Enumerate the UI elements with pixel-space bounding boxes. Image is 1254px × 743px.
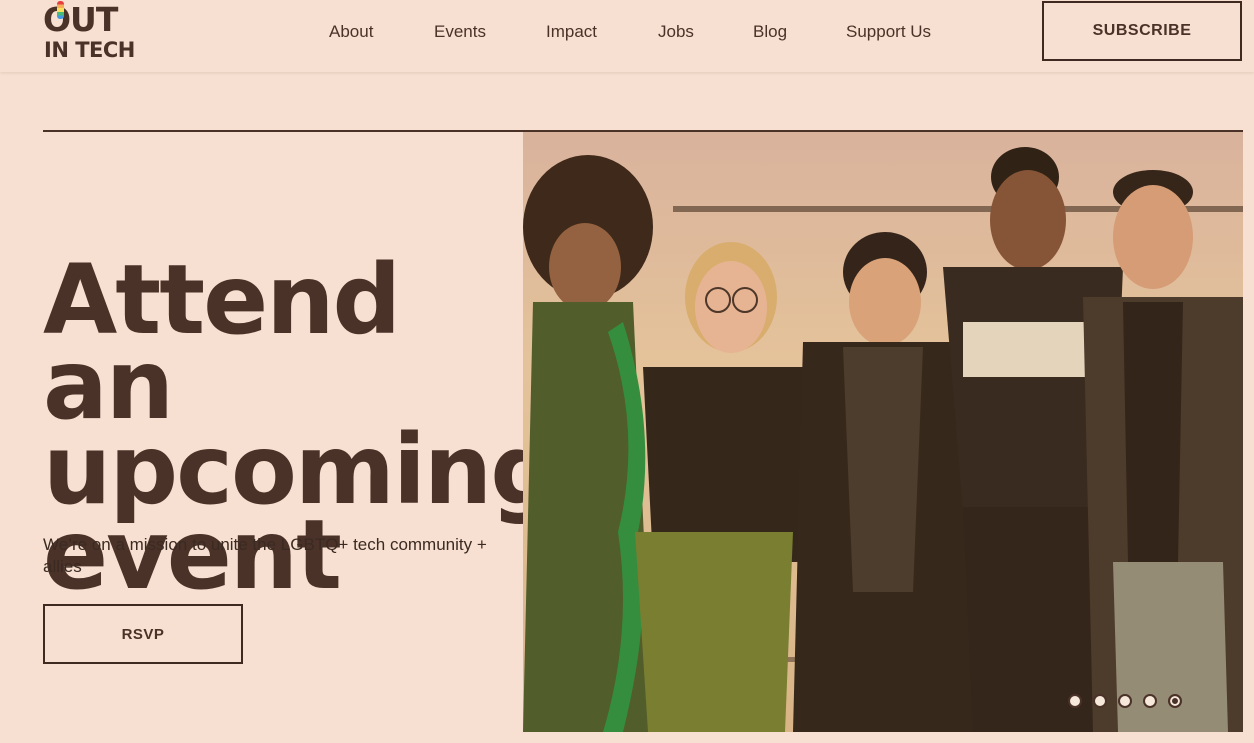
rainbow-power-icon (57, 1, 64, 19)
nav-about[interactable]: About (329, 22, 373, 42)
carousel-dot-3[interactable] (1118, 694, 1132, 708)
subscribe-button[interactable]: SUBSCRIBE (1042, 1, 1242, 61)
nav-jobs[interactable]: Jobs (658, 22, 694, 42)
rsvp-button[interactable]: RSVP (43, 604, 243, 664)
nav-impact[interactable]: Impact (546, 22, 597, 42)
carousel-dot-1[interactable] (1068, 694, 1082, 708)
logo-line-2: IN TECH (44, 38, 135, 62)
group-photo-illustration (523, 132, 1243, 732)
nav-support-us[interactable]: Support Us (846, 22, 931, 42)
hero-photo (523, 132, 1243, 732)
carousel-dot-4[interactable] (1143, 694, 1157, 708)
hero-subtext: We’re on a mission to unite the LGBTQ+ t… (43, 535, 487, 576)
carousel-pagination (1068, 694, 1182, 708)
nav-events[interactable]: Events (434, 22, 486, 42)
nav-blog[interactable]: Blog (753, 22, 787, 42)
logo-line-1: OUT (43, 0, 118, 39)
site-header: OUT IN TECH About Events Impact Jobs Blo… (0, 0, 1254, 72)
out-in-tech-logo[interactable]: OUT IN TECH (43, 0, 135, 66)
carousel-dot-2[interactable] (1093, 694, 1107, 708)
carousel-dot-5[interactable] (1168, 694, 1182, 708)
